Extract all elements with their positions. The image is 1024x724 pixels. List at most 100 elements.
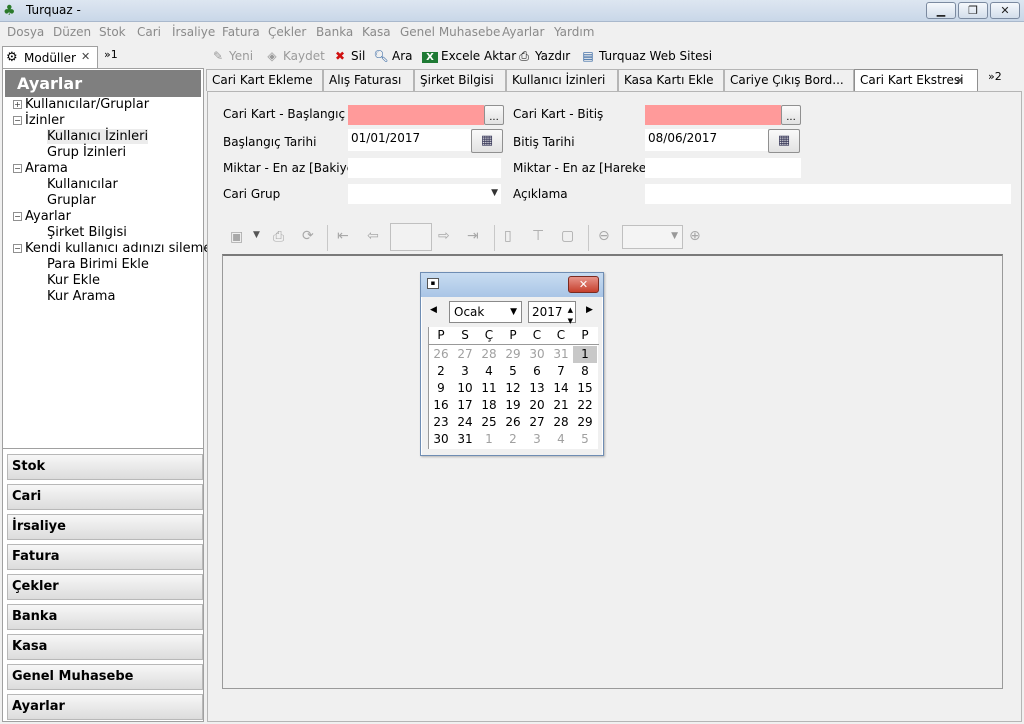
print-layout-icon[interactable]: ⊤ (532, 228, 544, 244)
tree-item-users[interactable]: Kullanıcılar (47, 177, 118, 192)
tree-item-add-rate[interactable]: Kur Ekle (47, 273, 100, 288)
calendar-day[interactable]: 27 (525, 414, 549, 431)
tabs-overflow[interactable]: »2 (988, 70, 1002, 83)
accordion-banka[interactable]: Banka (7, 604, 203, 630)
save-button[interactable]: ◈ Kaydet (264, 49, 324, 63)
last-page-icon[interactable]: ⇥ (467, 228, 479, 244)
accordion-genel-muhasebe[interactable]: Genel Muhasebe (7, 664, 203, 690)
tab-kullanici-izinleri[interactable]: Kullanıcı İzinleri (506, 69, 618, 91)
new-button[interactable]: ✎ Yeni (210, 49, 253, 63)
tab-kasa-karti-ekle[interactable]: Kasa Kartı Ekle (618, 69, 724, 91)
calendar-day[interactable]: 20 (525, 397, 549, 414)
description-field[interactable] (645, 184, 1011, 204)
tree-item-delete-own-user[interactable]: − Kendi kullanıcı adınızı sileme (13, 241, 211, 256)
collapse-icon[interactable]: − (13, 164, 22, 173)
tab-cari-kart-ekleme[interactable]: Cari Kart Ekleme (206, 69, 323, 91)
calendar-day[interactable]: 24 (453, 414, 477, 431)
calendar-day[interactable]: 15 (573, 380, 597, 397)
min-movement-field[interactable] (645, 158, 801, 178)
tree-item-groups[interactable]: Gruplar (47, 193, 96, 208)
calendar-day[interactable]: 2 (501, 431, 525, 448)
calendar-day[interactable]: 25 (477, 414, 501, 431)
tab-cariye-cikis[interactable]: Cariye Çıkış Bord... (724, 69, 854, 91)
calendar-day[interactable]: 22 (573, 397, 597, 414)
tab-sirket-bilgisi[interactable]: Şirket Bilgisi (414, 69, 506, 91)
first-page-icon[interactable]: ⇤ (337, 228, 349, 244)
page-setup-icon[interactable]: ▯ (504, 228, 512, 244)
close-button[interactable]: ✕ (568, 276, 599, 293)
delete-button[interactable]: ✖ Sil (332, 49, 365, 63)
calendar-day[interactable]: 11 (477, 380, 501, 397)
calendar-day[interactable]: 27 (453, 346, 477, 363)
end-date-picker-button[interactable]: ▦ (768, 129, 800, 153)
menu-irsaliye[interactable]: İrsaliye (172, 25, 215, 39)
calendar-day[interactable]: 29 (501, 346, 525, 363)
cari-end-field[interactable] (645, 105, 781, 125)
accordion-fatura[interactable]: Fatura (7, 544, 203, 570)
start-date-picker-button[interactable]: ▦ (471, 129, 503, 153)
calendar-day[interactable]: 28 (477, 346, 501, 363)
website-button[interactable]: ▤ Turquaz Web Sitesi (580, 49, 712, 63)
report-refresh-icon[interactable]: ⟳ (302, 228, 314, 244)
tree-item-search[interactable]: − Arama (13, 161, 68, 176)
calendar-day[interactable]: 18 (477, 397, 501, 414)
accordion-stok[interactable]: Stok (7, 454, 203, 480)
calendar-day[interactable]: 16 (429, 397, 453, 414)
calendar-day[interactable]: 30 (429, 431, 453, 448)
cari-start-browse-button[interactable]: ... (484, 105, 504, 125)
accordion-cari[interactable]: Cari (7, 484, 203, 510)
start-date-field[interactable]: 01/01/2017 (348, 129, 471, 151)
menu-duzen[interactable]: Düzen (53, 25, 91, 39)
menu-ayarlar[interactable]: Ayarlar (502, 25, 544, 39)
calendar-day[interactable]: 6 (525, 363, 549, 380)
close-icon[interactable]: ✕ (81, 50, 90, 63)
tree-item-company-info[interactable]: Şirket Bilgisi (47, 225, 127, 240)
print-button[interactable]: ⎙ Yazdır (516, 49, 570, 64)
collapse-icon[interactable]: − (13, 244, 22, 253)
collapse-icon[interactable]: − (13, 212, 22, 221)
calendar-day[interactable]: 7 (549, 363, 573, 380)
calendar-day[interactable]: 3 (453, 363, 477, 380)
previous-page-icon[interactable]: ⇦ (367, 228, 379, 244)
modules-tab[interactable]: ⚙ Modüller ✕ (2, 46, 98, 68)
chevron-down-icon[interactable]: ▼ (253, 230, 260, 240)
calendar-day[interactable]: 5 (573, 431, 597, 448)
calendar-day[interactable]: 13 (525, 380, 549, 397)
calendar-day[interactable]: 23 (429, 414, 453, 431)
page-number-input[interactable] (390, 223, 432, 251)
search-button[interactable]: 🔍︎ Ara (373, 49, 412, 63)
menu-cari[interactable]: Cari (137, 25, 161, 39)
calendar-day[interactable]: 1 (477, 431, 501, 448)
calendar-day[interactable]: 4 (477, 363, 501, 380)
calendar-day[interactable]: 19 (501, 397, 525, 414)
calendar-day[interactable]: 3 (525, 431, 549, 448)
report-save-icon[interactable]: ▣ (230, 229, 243, 245)
min-balance-field[interactable] (348, 158, 501, 178)
menu-cekler[interactable]: Çekler (268, 25, 306, 39)
calendar-day[interactable]: 17 (453, 397, 477, 414)
calendar-day[interactable]: 4 (549, 431, 573, 448)
excel-export-button[interactable]: X Excele Aktar (422, 49, 516, 63)
calendar-day[interactable]: 12 (501, 380, 525, 397)
accordion-ayarlar[interactable]: Ayarlar (7, 694, 203, 720)
tree-item-group-permissions[interactable]: Grup İzinleri (47, 145, 126, 160)
calendar-day[interactable]: 31 (453, 431, 477, 448)
next-month-icon[interactable]: ▶ (586, 305, 593, 315)
calendar-day[interactable]: 28 (549, 414, 573, 431)
calendar-day[interactable]: 10 (453, 380, 477, 397)
calendar-day[interactable]: 1 (573, 346, 597, 363)
calendar-day[interactable]: 30 (525, 346, 549, 363)
collapse-icon[interactable]: − (13, 116, 22, 125)
calendar-day[interactable]: 5 (501, 363, 525, 380)
calendar-day[interactable]: 21 (549, 397, 573, 414)
restore-button[interactable]: ❐ (958, 2, 988, 19)
accordion-irsaliye[interactable]: İrsaliye (7, 514, 203, 540)
tree-item-add-currency[interactable]: Para Birimi Ekle (47, 257, 149, 272)
cari-group-select[interactable]: ▼ (348, 184, 501, 204)
end-date-field[interactable]: 08/06/2017 (645, 129, 768, 151)
menu-yardim[interactable]: Yardım (554, 25, 594, 39)
calendar-day[interactable]: 26 (501, 414, 525, 431)
accordion-cekler[interactable]: Çekler (7, 574, 203, 600)
menu-kasa[interactable]: Kasa (362, 25, 391, 39)
expand-icon[interactable]: + (13, 100, 22, 109)
